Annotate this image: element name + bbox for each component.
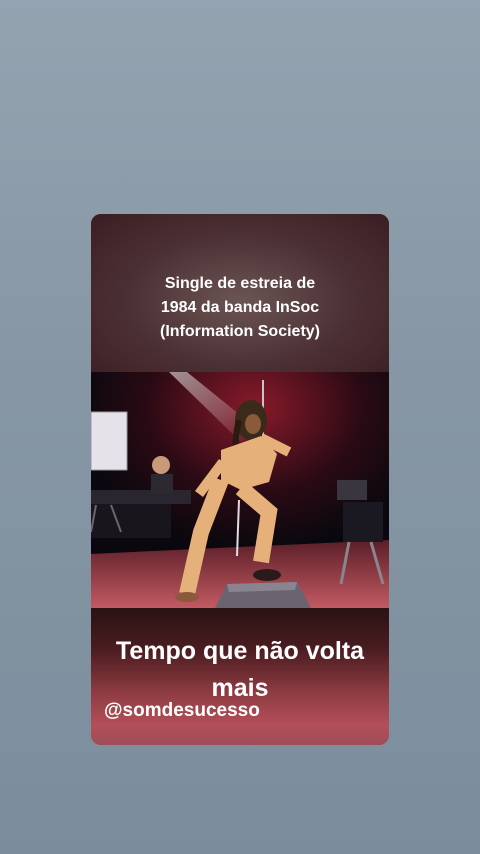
top-text: Single de estreia de 1984 da banda InSoc… — [91, 272, 389, 344]
top-text-line-3: (Information Society) — [159, 323, 320, 340]
stage-screen — [91, 412, 127, 470]
caption: Tempo que não volta mais — [91, 633, 389, 707]
top-text-line-2: 1984 da banda InSoc — [160, 299, 320, 316]
top-text-panel: Single de estreia de 1984 da banda InSoc… — [91, 214, 389, 372]
account-handle[interactable]: @somdesucesso — [104, 700, 260, 722]
keyboard-rig — [91, 490, 191, 504]
concert-photo — [91, 372, 389, 608]
keyboard-player — [152, 456, 170, 474]
caption-panel: Tempo que não volta mais @somdesucesso — [91, 608, 389, 745]
story-card: Single de estreia de 1984 da banda InSoc… — [91, 214, 389, 745]
caption-line-1: Tempo que não volta — [115, 637, 365, 665]
concert-photo-image — [91, 372, 389, 608]
stage-amp — [337, 480, 367, 500]
top-text-line-1: Single de estreia de — [164, 275, 316, 292]
